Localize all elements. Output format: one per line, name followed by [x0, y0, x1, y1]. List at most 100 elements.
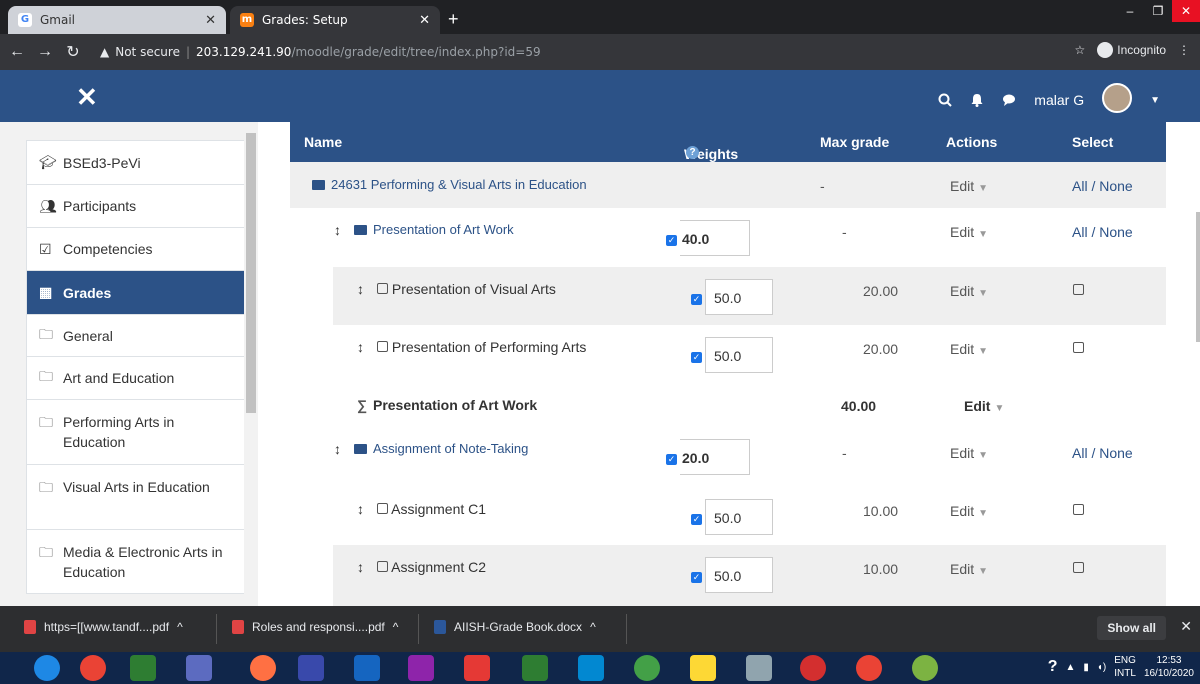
lang-indicator[interactable]: ENG INTL — [1114, 654, 1136, 680]
weight-field[interactable]: ✓ 20.0 — [666, 439, 750, 475]
help-icon[interactable]: ? — [686, 146, 699, 159]
new-tab-button[interactable]: + — [448, 9, 459, 30]
checkbox-checked-icon[interactable]: ✓ — [691, 293, 702, 305]
move-icon[interactable]: ↕ — [357, 339, 364, 355]
back-icon[interactable]: ← — [6, 43, 28, 61]
drawer-item-grades[interactable]: ▦ Grades — [26, 270, 256, 314]
edit-menu[interactable]: Edit ▼ — [950, 178, 988, 194]
photoshop-icon[interactable] — [354, 655, 380, 681]
checkbox-checked-icon[interactable]: ✓ — [666, 453, 677, 465]
reload-icon[interactable]: ↻ — [62, 42, 84, 62]
download-item[interactable]: https=[[www.tandf....pdf ^ — [24, 620, 183, 634]
select-checkbox[interactable] — [1073, 284, 1084, 295]
tab-grades-setup[interactable]: m Grades: Setup ✕ — [230, 6, 440, 34]
drawer-item-general[interactable]: 🗀 General — [26, 314, 256, 356]
move-icon[interactable]: ↕ — [357, 281, 364, 297]
forward-icon[interactable]: → — [34, 43, 56, 61]
select-checkbox[interactable] — [1073, 504, 1084, 515]
show-all-button[interactable]: Show all — [1097, 616, 1166, 640]
item-name[interactable]: Assignment C1 — [377, 501, 486, 517]
clock[interactable]: 12:53 16/10/2020 — [1144, 654, 1194, 680]
network-icon[interactable]: ▮ — [1083, 662, 1089, 673]
download-item[interactable]: Roles and responsi....pdf ^ — [232, 620, 398, 634]
close-icon[interactable]: ✕ — [1180, 618, 1192, 635]
search-icon[interactable] — [938, 93, 953, 107]
select-all-none[interactable]: All / None — [1072, 178, 1133, 194]
close-icon[interactable]: ✕ — [205, 13, 216, 28]
maximize-icon[interactable]: ❐ — [1144, 0, 1172, 22]
minimize-icon[interactable]: – — [1116, 0, 1144, 22]
avatar[interactable] — [1102, 83, 1133, 113]
drawer-item-course[interactable]: 🎓︎ BSEd3-PeVi — [26, 140, 256, 184]
chevron-up-icon[interactable]: ^ — [590, 620, 596, 634]
select-all-none[interactable]: All / None — [1072, 445, 1133, 461]
weight-input[interactable]: 40.0 — [680, 220, 750, 256]
drawer-item-visual-arts[interactable]: 🗀 Visual Arts in Education — [26, 464, 256, 529]
page-scrollbar[interactable] — [1196, 212, 1200, 342]
window-close-icon[interactable]: ✕ — [1172, 0, 1200, 22]
item-name[interactable]: Presentation of Visual Arts — [377, 281, 556, 297]
help-icon[interactable]: ? — [1048, 658, 1058, 676]
weight-field[interactable]: ✓ 50.0 — [691, 337, 773, 373]
app-icon[interactable] — [634, 655, 660, 681]
edit-menu[interactable]: Edit ▼ — [964, 398, 1004, 414]
ie-icon[interactable] — [34, 655, 60, 681]
weight-input[interactable]: 50.0 — [705, 337, 773, 373]
checkbox-checked-icon[interactable]: ✓ — [691, 351, 702, 363]
move-icon[interactable]: ↕ — [357, 559, 364, 575]
checkbox-checked-icon[interactable]: ✓ — [666, 234, 677, 246]
edit-menu[interactable]: Edit ▼ — [950, 283, 988, 299]
edit-menu[interactable]: Edit ▼ — [950, 341, 988, 357]
edit-menu[interactable]: Edit ▼ — [950, 224, 988, 240]
app-icon[interactable] — [408, 655, 434, 681]
chat-icon[interactable] — [1002, 93, 1016, 107]
item-name[interactable]: Assignment C2 — [377, 559, 486, 575]
edit-menu[interactable]: Edit ▼ — [950, 503, 988, 519]
select-all-none[interactable]: All / None — [1072, 224, 1133, 240]
acrobat-icon[interactable] — [464, 655, 490, 681]
volume-icon[interactable]: ◖) — [1097, 662, 1106, 673]
caret-down-icon[interactable]: ▼ — [1150, 95, 1160, 106]
tab-gmail[interactable]: G Gmail ✕ — [8, 6, 226, 34]
item-name[interactable]: Presentation of Performing Arts — [377, 339, 586, 355]
chevron-up-icon[interactable]: ^ — [393, 620, 399, 634]
chrome-icon[interactable] — [856, 655, 882, 681]
app-icon[interactable] — [130, 655, 156, 681]
user-name[interactable]: malar G — [1034, 92, 1084, 108]
app-icon[interactable] — [912, 655, 938, 681]
category-name[interactable]: Presentation of Art Work — [354, 222, 514, 237]
move-icon[interactable]: ↕ — [334, 441, 341, 457]
drawer-item-media-arts[interactable]: 🗀 Media & Electronic Arts in Education — [26, 529, 256, 594]
bell-icon[interactable] — [970, 93, 984, 107]
weight-input[interactable]: 50.0 — [705, 499, 773, 535]
weight-field[interactable]: ✓ 50.0 — [691, 279, 773, 315]
incognito-badge[interactable]: Incognito — [1097, 42, 1166, 58]
star-icon[interactable]: ☆ — [1075, 43, 1086, 57]
app-icon[interactable] — [298, 655, 324, 681]
drawer-item-participants[interactable]: 👥︎ Participants — [26, 184, 256, 227]
excel-icon[interactable] — [522, 655, 548, 681]
url-field[interactable]: ▲ Not secure | 203.129.241.90 /moodle/gr… — [100, 40, 541, 64]
weight-input[interactable]: 50.0 — [705, 279, 773, 315]
weight-field[interactable]: ✓ 50.0 — [691, 557, 773, 593]
select-checkbox[interactable] — [1073, 342, 1084, 353]
drawer-item-performing-arts[interactable]: 🗀 Performing Arts in Education — [26, 399, 256, 464]
weight-input[interactable]: 20.0 — [680, 439, 750, 475]
menu-icon[interactable]: ⋮ — [1178, 43, 1190, 57]
opera-icon[interactable] — [800, 655, 826, 681]
weight-field[interactable]: ✓ 40.0 — [666, 220, 750, 256]
category-name[interactable]: Assignment of Note-Taking — [354, 441, 528, 456]
drawer-scroll-thumb[interactable] — [246, 133, 256, 413]
media-icon[interactable] — [578, 655, 604, 681]
chevron-up-icon[interactable]: ^ — [177, 620, 183, 634]
weight-field[interactable]: ✓ 50.0 — [691, 499, 773, 535]
word-icon[interactable] — [186, 655, 212, 681]
move-icon[interactable]: ↕ — [357, 501, 364, 517]
close-icon[interactable]: ✕ — [419, 13, 430, 28]
chevron-up-icon[interactable]: ▲ — [1065, 662, 1075, 673]
select-checkbox[interactable] — [1073, 562, 1084, 573]
drawer-item-art-and-education[interactable]: 🗀 Art and Education — [26, 356, 256, 399]
firefox-icon[interactable] — [250, 655, 276, 681]
weight-input[interactable]: 50.0 — [705, 557, 773, 593]
checkbox-checked-icon[interactable]: ✓ — [691, 513, 702, 525]
